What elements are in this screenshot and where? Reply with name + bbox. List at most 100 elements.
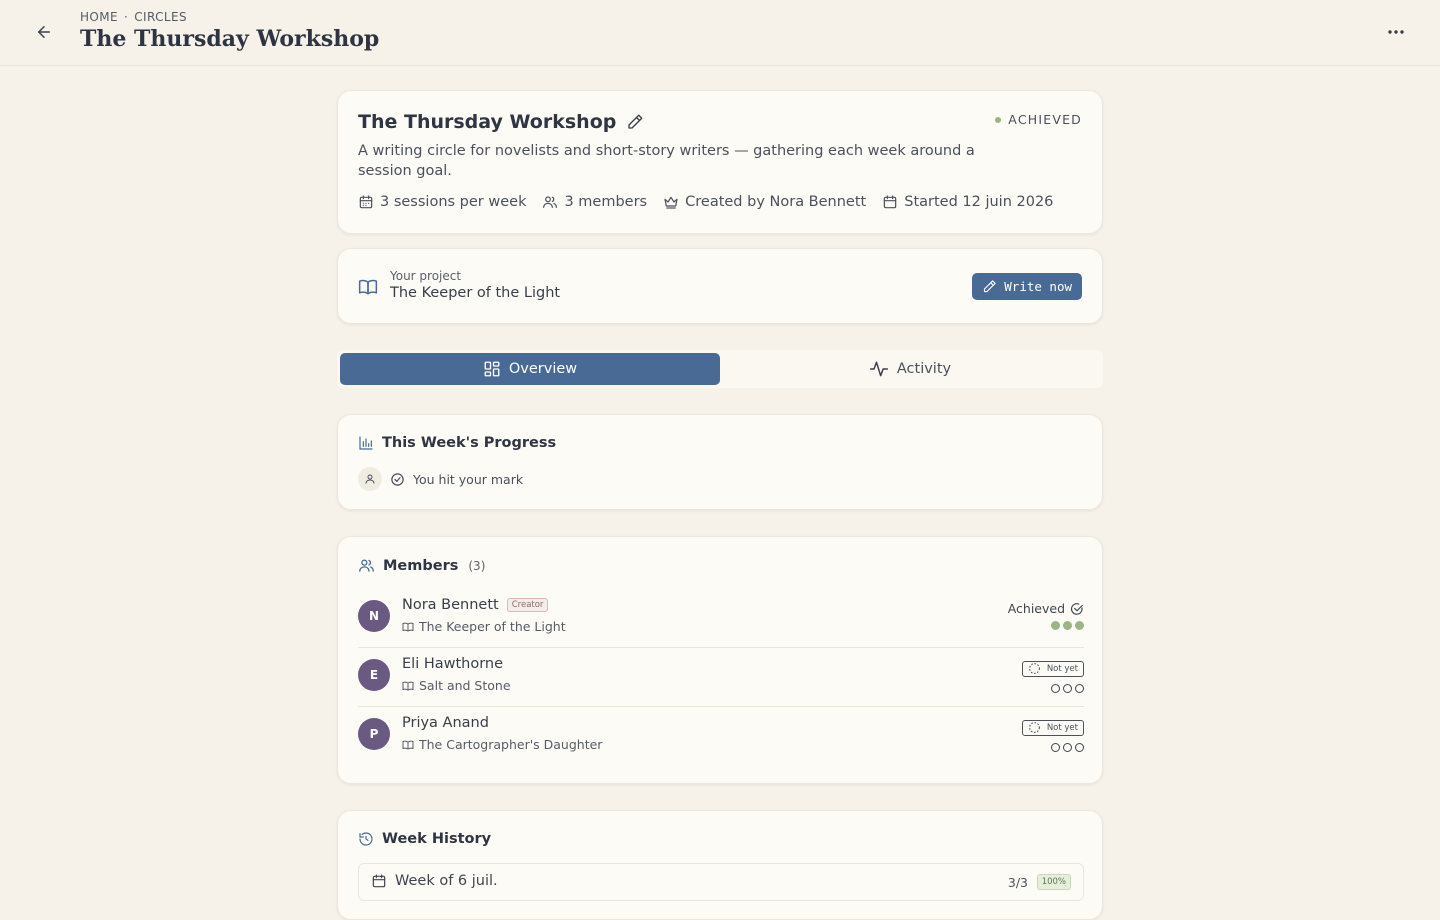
- arrow-left-icon: [38, 26, 50, 38]
- week-score: 3/3: [1007, 875, 1028, 890]
- history-title: Week History: [358, 831, 491, 847]
- users-icon: [359, 559, 374, 572]
- week-row[interactable]: Week of 6 juil. 3/3 100%: [358, 863, 1084, 901]
- member-book: The Keeper of the Light: [402, 619, 566, 634]
- tab-activity[interactable]: Activity: [720, 353, 1100, 385]
- top-bar: HOME · CIRCLES The Thursday Workshop: [0, 0, 1440, 66]
- meta-sessions-text: 3 sessions per week: [380, 194, 527, 210]
- loader-dashed-icon: [1028, 663, 1040, 674]
- members-count: (3): [468, 558, 486, 573]
- tab-overview-label: Overview: [508, 361, 578, 377]
- crown-icon: [664, 196, 678, 209]
- write-now-label: Write now: [1004, 279, 1072, 294]
- bar-chart-icon: [359, 436, 373, 450]
- tab-bar: Overview Activity: [337, 350, 1103, 388]
- session-dot-done: [1075, 621, 1084, 630]
- activity-icon: [869, 361, 888, 377]
- circle-description: A writing circle for novelists and short…: [358, 143, 975, 179]
- not-yet-label: Not yet: [1046, 722, 1078, 733]
- member-status: Not yet: [1021, 660, 1084, 693]
- member-book-title: Salt and Stone: [419, 678, 511, 693]
- session-dots: [1022, 743, 1084, 752]
- circle-title: The Thursday Workshop: [358, 111, 617, 133]
- member-book: The Cartographer's Daughter: [402, 737, 602, 752]
- member-name-text: Priya Anand: [402, 715, 489, 731]
- member-name[interactable]: Nora Bennett Creator: [402, 597, 549, 613]
- week-history-card: Week History Week of 6 juil. 3/3 100%: [337, 810, 1103, 920]
- progress-title-text: This Week's Progress: [382, 435, 557, 451]
- book-open-icon: [358, 279, 378, 295]
- meta-sessions: 3 sessions per week: [358, 194, 526, 210]
- calendar-icon: [883, 195, 897, 209]
- more-options-button[interactable]: [1384, 22, 1408, 42]
- tab-activity-label: Activity: [896, 361, 952, 377]
- breadcrumb-circles[interactable]: CIRCLES: [134, 10, 187, 24]
- weekly-progress-card: This Week's Progress You hit your mark: [337, 414, 1103, 510]
- calendar-icon: [372, 874, 386, 888]
- project-card: Your project The Keeper of the Light Wri…: [337, 248, 1103, 324]
- users-icon: [543, 196, 558, 208]
- history-title-text: Week History: [382, 831, 492, 847]
- book-open-icon: [402, 622, 414, 631]
- not-yet-badge: Not yet: [1021, 660, 1084, 677]
- progress-message: You hit your mark: [413, 471, 524, 487]
- avatar: N: [358, 600, 390, 632]
- check-circle-icon: [391, 472, 404, 486]
- creator-badge: Creator: [506, 598, 549, 612]
- session-dot-pending: [1063, 684, 1072, 693]
- avatar: E: [358, 659, 390, 691]
- session-dot-pending: [1051, 743, 1060, 752]
- meta-members-text: 3 members: [564, 194, 648, 210]
- member-row[interactable]: P Priya Anand The Cartographer's Daughte…: [358, 707, 1084, 766]
- not-yet-badge: Not yet: [1021, 719, 1084, 736]
- members-title-text: Members: [383, 557, 459, 574]
- avatar: P: [358, 718, 390, 750]
- members-title: Members (3): [358, 557, 485, 574]
- check-circle-icon: [1070, 602, 1083, 615]
- circle-meta: 3 sessions per week 3 members Created by…: [358, 194, 1053, 210]
- user-icon: [365, 474, 375, 484]
- status-badge: ACHIEVED: [995, 112, 1082, 127]
- session-dot-pending: [1051, 684, 1060, 693]
- member-row[interactable]: E Eli Hawthorne Salt and Stone Not yet: [358, 648, 1084, 707]
- week-percent-badge: 100%: [1036, 874, 1071, 890]
- session-dot-done: [1063, 621, 1072, 630]
- breadcrumb: HOME · CIRCLES: [80, 10, 187, 24]
- not-yet-label: Not yet: [1046, 663, 1078, 674]
- member-name[interactable]: Eli Hawthorne: [402, 656, 503, 672]
- member-book-title: The Cartographer's Daughter: [419, 737, 603, 752]
- breadcrumb-separator: ·: [124, 10, 129, 24]
- meta-creator: Created by Nora Bennett: [663, 194, 866, 210]
- achieved-label: Achieved: [1007, 601, 1065, 616]
- member-name-text: Eli Hawthorne: [402, 656, 504, 672]
- member-book-title: The Keeper of the Light: [419, 619, 566, 634]
- more-horizontal-icon: [1388, 30, 1404, 34]
- progress-status: You hit your mark: [358, 467, 523, 491]
- page-title: The Thursday Workshop: [80, 26, 380, 52]
- pencil-icon: [628, 114, 643, 129]
- edit-title-button[interactable]: [626, 113, 644, 131]
- member-row[interactable]: N Nora Bennett Creator The Keeper of the…: [358, 589, 1084, 648]
- tab-overview[interactable]: Overview: [340, 353, 720, 385]
- book-open-icon: [402, 681, 414, 690]
- breadcrumb-home[interactable]: HOME: [80, 10, 118, 24]
- session-dot-pending: [1063, 743, 1072, 752]
- calendar-icon: [359, 195, 373, 209]
- book-open-icon: [402, 740, 414, 749]
- week-label: Week of 6 juil.: [371, 873, 498, 889]
- session-dot-pending: [1075, 684, 1084, 693]
- write-now-button[interactable]: Write now: [972, 273, 1082, 300]
- self-avatar: [358, 467, 382, 491]
- status-dot: [995, 116, 1002, 123]
- progress-title: This Week's Progress: [358, 435, 556, 451]
- member-name-text: Nora Bennett: [402, 597, 499, 613]
- project-name: The Keeper of the Light: [390, 285, 561, 301]
- member-name[interactable]: Priya Anand: [402, 715, 489, 731]
- achieved-status: Achieved: [1008, 601, 1084, 616]
- session-dot-pending: [1075, 743, 1084, 752]
- member-book: Salt and Stone: [402, 678, 511, 693]
- back-button[interactable]: [30, 20, 58, 44]
- meta-started: Started 12 juin 2026: [882, 194, 1053, 210]
- session-dot-done: [1051, 621, 1060, 630]
- status-label: ACHIEVED: [1008, 112, 1082, 127]
